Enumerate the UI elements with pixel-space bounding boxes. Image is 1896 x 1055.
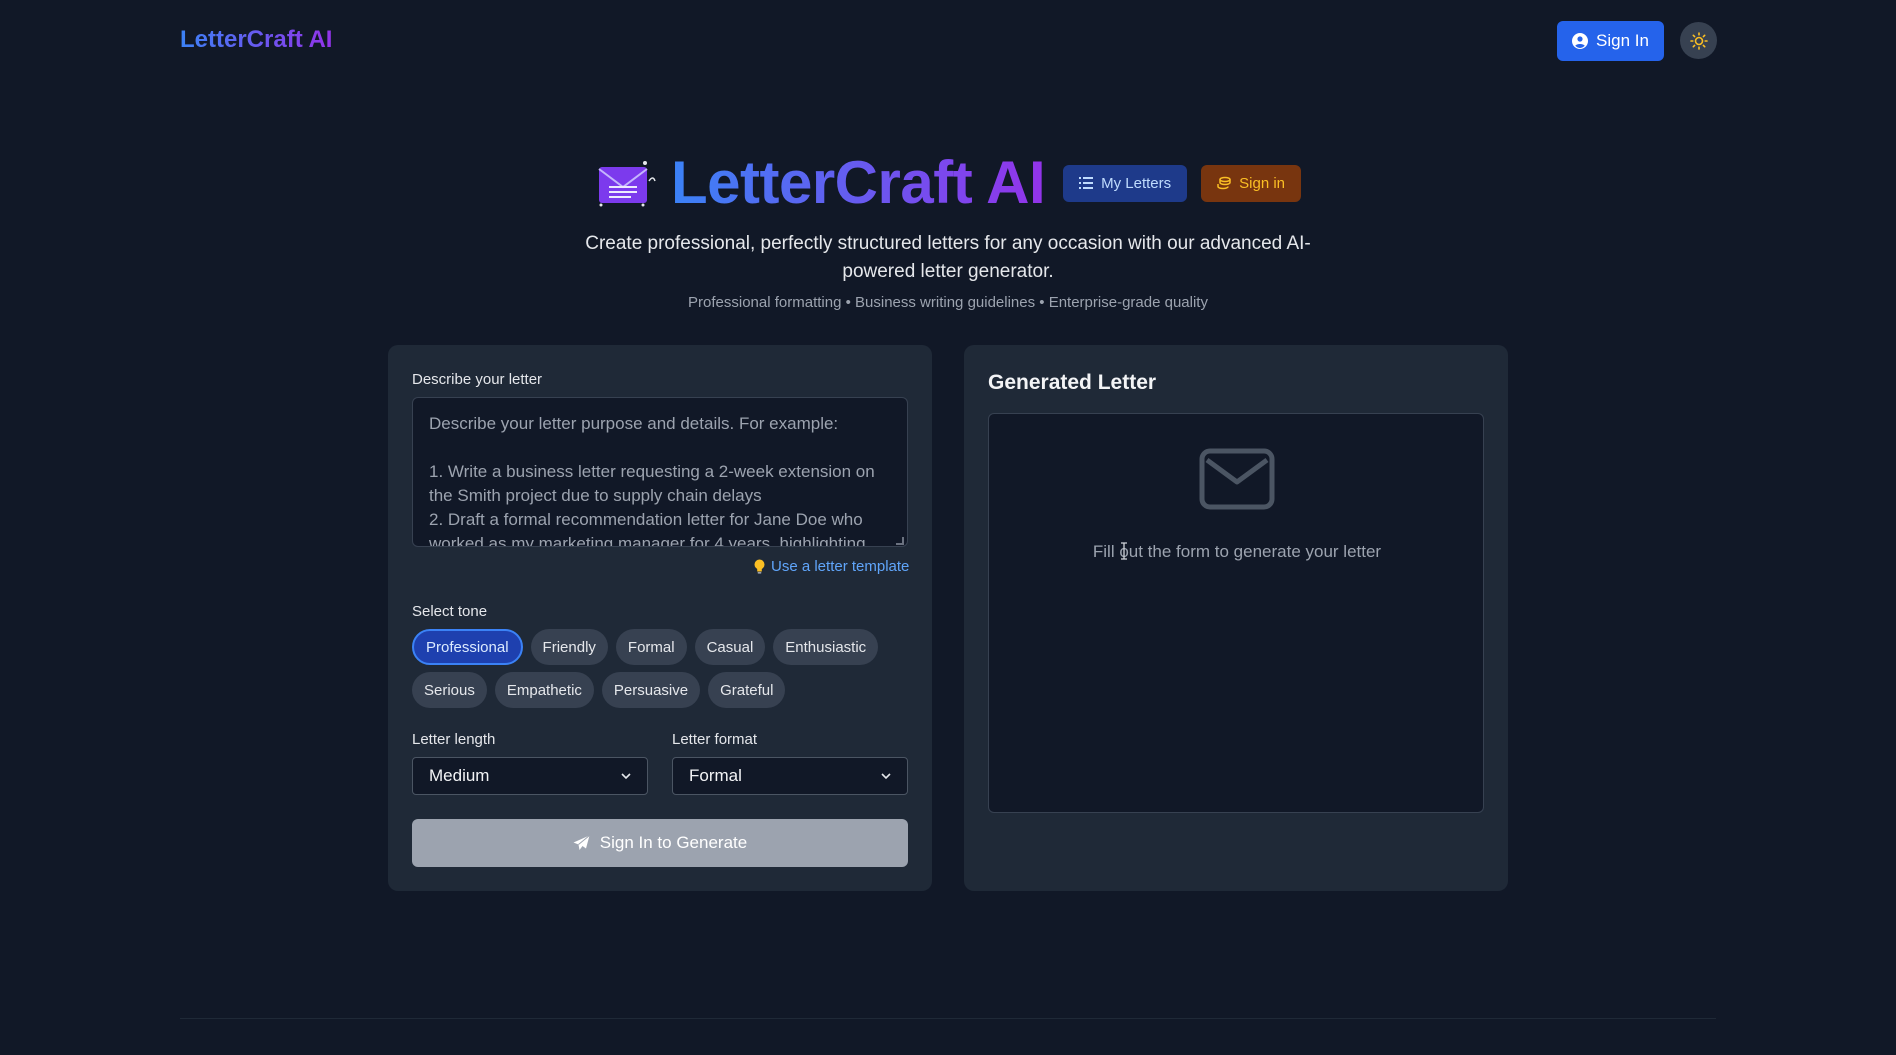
tone-serious[interactable]: Serious — [412, 672, 487, 708]
tone-professional[interactable]: Professional — [412, 629, 523, 665]
tone-formal[interactable]: Formal — [615, 629, 687, 665]
envelope-outline-icon — [1199, 448, 1275, 510]
hero-title: LetterCraft AI — [670, 149, 1046, 216]
letter-format-value: Formal — [689, 766, 742, 785]
template-link-label: Use a letter template — [771, 558, 910, 575]
generated-letter-card: Generated Letter Fill out the form to ge… — [964, 345, 1508, 891]
resize-handle-icon[interactable] — [896, 537, 904, 545]
generate-button[interactable]: Sign In to Generate — [412, 819, 908, 867]
my-letters-button[interactable]: My Letters — [1063, 164, 1188, 202]
chevron-down-icon — [881, 772, 891, 779]
coins-icon — [1217, 176, 1231, 190]
chevron-down-icon — [621, 772, 631, 779]
format-label: Letter format — [672, 731, 758, 748]
letter-description-textarea[interactable]: Describe your letter purpose and details… — [412, 397, 908, 547]
my-letters-label: My Letters — [1101, 174, 1172, 192]
nav-signin-label: Sign In — [1596, 31, 1649, 50]
paper-plane-icon — [573, 835, 590, 850]
tone-label: Select tone — [412, 603, 488, 620]
tone-grateful[interactable]: Grateful — [708, 672, 786, 708]
navbar: LetterCraft AI Sign In — [0, 0, 1896, 84]
generated-letter-title: Generated Letter — [988, 371, 1157, 394]
letter-length-value: Medium — [429, 766, 490, 785]
hero-signin-label: Sign in — [1239, 174, 1286, 192]
generated-letter-output: Fill out the form to generate your lette… — [988, 413, 1484, 813]
list-icon — [1079, 177, 1094, 189]
tone-row-1: Professional Friendly Formal Casual Enth… — [412, 629, 879, 665]
describe-label: Describe your letter — [412, 371, 543, 388]
tone-enthusiastic[interactable]: Enthusiastic — [773, 629, 879, 665]
theme-toggle-button[interactable] — [1680, 22, 1717, 59]
tone-empathetic[interactable]: Empathetic — [494, 672, 594, 708]
hero-subtitle: Create professional, perfectly structure… — [585, 233, 1311, 282]
lightbulb-icon — [754, 559, 765, 574]
generate-label: Sign In to Generate — [599, 833, 748, 852]
letter-length-select[interactable]: Medium — [412, 757, 648, 795]
tone-row-2: Serious Empathetic Persuasive Grateful — [412, 672, 786, 708]
template-link[interactable]: Use a letter template — [754, 558, 909, 575]
feature-list: Professional formatting • Business writi… — [688, 294, 1208, 311]
sun-icon — [1689, 31, 1708, 50]
tone-persuasive[interactable]: Persuasive — [601, 672, 701, 708]
length-label: Letter length — [412, 731, 496, 748]
text-cursor-icon — [1121, 542, 1127, 560]
brand-logo[interactable]: LetterCraft AI — [180, 26, 332, 54]
letter-format-select[interactable]: Formal — [672, 757, 908, 795]
envelope-emoji-icon — [598, 161, 656, 207]
generated-letter-placeholder: Fill out the form to generate your lette… — [1092, 542, 1382, 561]
footer-divider — [180, 1018, 1716, 1019]
hero-header: LetterCraft AI My Letters Sign in — [0, 148, 1896, 218]
tone-casual[interactable]: Casual — [694, 629, 766, 665]
tone-friendly[interactable]: Friendly — [530, 629, 608, 665]
hero-signin-button[interactable]: Sign in — [1201, 164, 1302, 202]
nav-signin-button[interactable]: Sign In — [1557, 21, 1664, 61]
user-circle-icon — [1572, 33, 1589, 49]
letter-form-card: Describe your letter Describe your lette… — [388, 345, 932, 891]
